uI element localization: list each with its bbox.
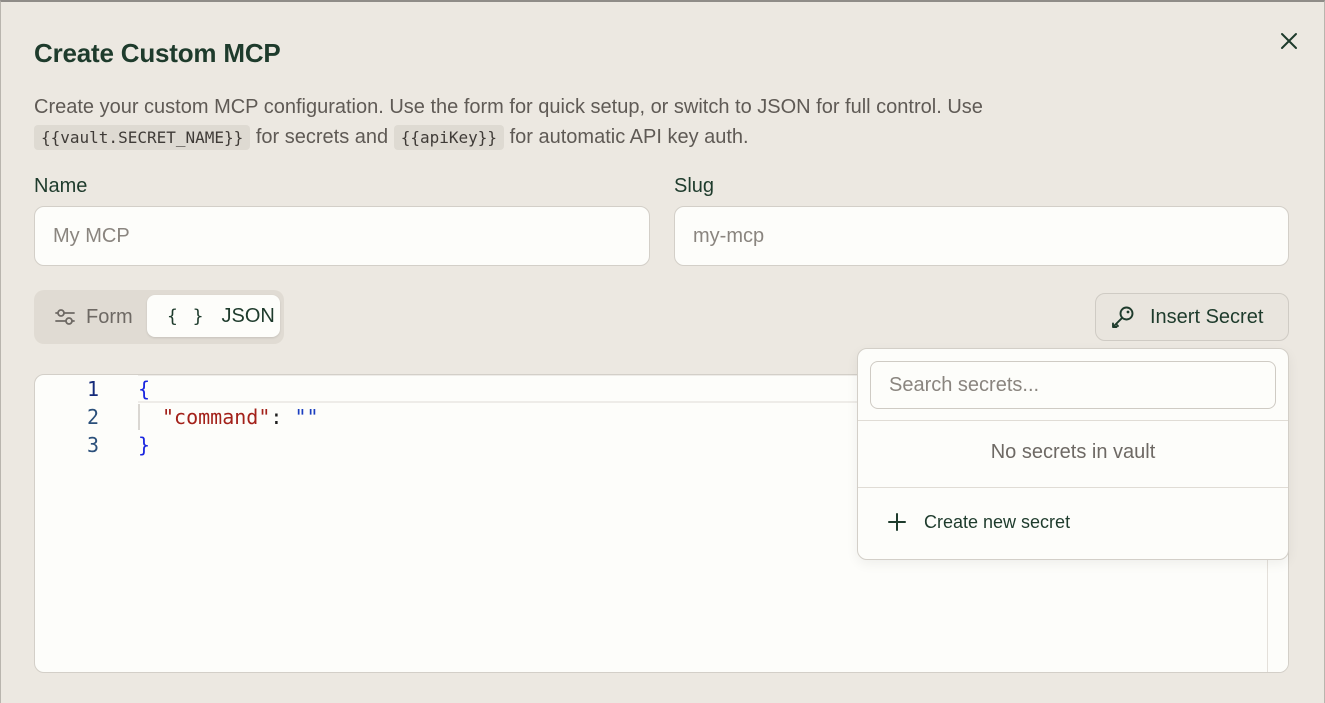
description-text-1: Create your custom MCP configuration. Us… (34, 96, 983, 118)
code-text: } (138, 431, 150, 459)
code-text: "command": "" (162, 403, 319, 431)
code-text: { (138, 375, 150, 403)
tab-json[interactable]: { } JSON (147, 295, 280, 337)
tab-form-label: Form (86, 305, 133, 328)
create-custom-mcp-dialog: Create Custom MCP Create your custom MCP… (0, 0, 1325, 703)
secrets-dropdown: No secrets in vault Create new secret (857, 348, 1289, 560)
create-new-secret-label: Create new secret (924, 511, 1071, 532)
plus-icon (888, 513, 906, 531)
slug-input[interactable] (674, 206, 1289, 266)
line-number: 1 (86, 377, 99, 401)
key-icon (1112, 306, 1134, 328)
line-number: 3 (86, 433, 99, 457)
name-label: Name (34, 175, 88, 197)
empty-state-message: No secrets in vault (990, 441, 1156, 463)
json-value: "" (294, 405, 319, 429)
tab-form[interactable]: Form (42, 296, 147, 338)
vault-token-chip: {{vault.SECRET_NAME}} (34, 125, 251, 150)
json-colon: : (270, 405, 295, 429)
description-text-2: for secrets and (250, 126, 394, 148)
insert-secret-button[interactable]: Insert Secret (1095, 293, 1289, 341)
description-text-3: for automatic API key auth. (504, 126, 749, 148)
dialog-description: Create your custom MCP configuration. Us… (34, 92, 1274, 153)
create-new-secret-button[interactable]: Create new secret (886, 511, 1070, 533)
close-icon (1281, 33, 1297, 49)
close-button[interactable] (1275, 27, 1303, 55)
mode-toggle: Form { } JSON (34, 290, 284, 344)
braces-icon: { } (167, 305, 206, 327)
dialog-title: Create Custom MCP (34, 38, 281, 68)
brace-close: } (138, 433, 151, 457)
line-number: 2 (86, 405, 99, 429)
tab-json-label: JSON (221, 304, 275, 327)
apikey-token-chip: {{apiKey}} (393, 125, 505, 150)
slug-label: Slug (674, 175, 715, 197)
indent-guide (138, 404, 140, 430)
divider (858, 487, 1288, 488)
name-input[interactable] (34, 206, 650, 266)
json-key: "command" (162, 405, 271, 429)
divider (858, 420, 1288, 421)
sliders-icon (55, 309, 75, 325)
insert-secret-label: Insert Secret (1150, 305, 1264, 328)
search-secrets-input[interactable] (870, 361, 1276, 409)
brace-open: { (138, 377, 151, 401)
